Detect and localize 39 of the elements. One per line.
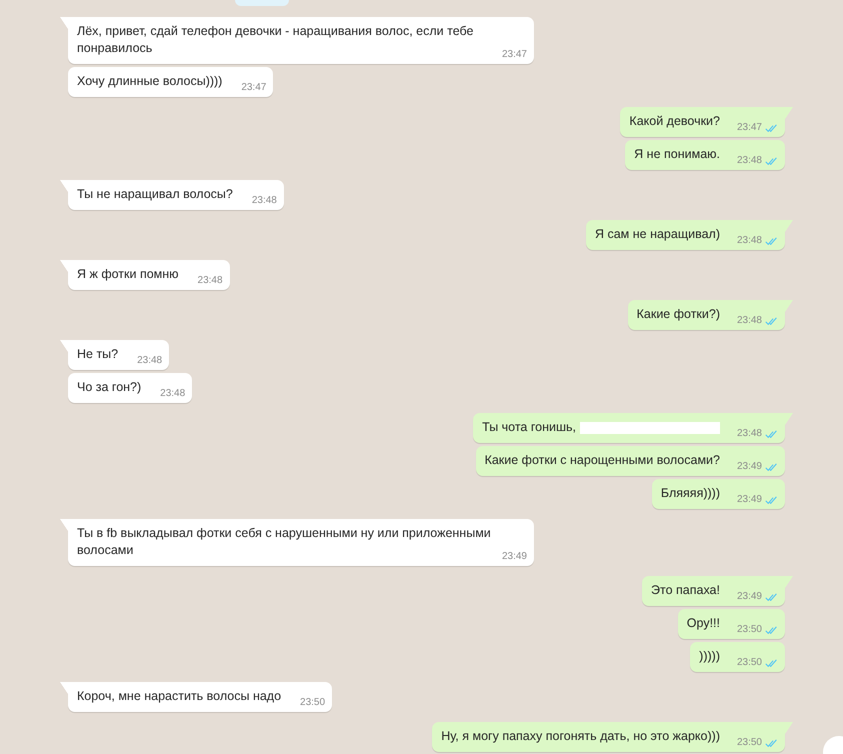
message-text: Ору!!! (686, 616, 720, 630)
message-text: Не ты? (77, 347, 118, 361)
message-text: Короч, мне нарастить волосы надо (77, 689, 282, 703)
message-text: Я ж фотки помню (77, 267, 179, 281)
message-time: 23:47 (736, 122, 762, 134)
message-time: 23:50 (736, 737, 762, 749)
message-time: 23:48 (736, 428, 762, 440)
message-text: Я не понимаю. (634, 147, 720, 161)
message-text: Бляяяя)))) (660, 486, 720, 500)
message-time: 23:48 (198, 275, 223, 287)
message-text: Ты чота гонишь, (482, 420, 576, 434)
message-text: Лёх, привет, сдай телефон девочки - наращивания волос, если тебе понравилось (77, 24, 474, 55)
message-time: 23:49 (736, 494, 762, 506)
message-time: 23:48 (137, 355, 162, 367)
message-text: Ты в fb выкладывал фотки себя с нарушенными ну или приложенными волосами (77, 526, 491, 557)
message-text: Чо за гон?) (77, 380, 142, 394)
message-text: Какие фотки?) (636, 307, 720, 321)
message-time: 23:48 (736, 155, 762, 167)
message-text: ))))) (699, 649, 720, 663)
message-time: 23:48 (736, 315, 762, 327)
message-time: 23:48 (160, 388, 186, 400)
message-text: Какой девочки? (629, 114, 720, 128)
message-time: 23:47 (502, 49, 527, 61)
message-time: 23:50 (736, 657, 762, 669)
message-text: Хочу длинные волосы)))) (77, 74, 222, 88)
date-chip (234, 0, 288, 6)
message-time: 23:49 (502, 551, 527, 563)
message-time: 23:49 (736, 461, 762, 473)
message-text: Какие фотки с нарощенными волосами? (484, 453, 720, 467)
message-time: 23:48 (736, 235, 762, 247)
message-text: Это папаха! (651, 583, 720, 597)
message-text: Ты не наращивал волосы? (77, 187, 233, 201)
message-time: 23:48 (252, 195, 277, 207)
message-time: 23:50 (300, 697, 326, 709)
message-time: 23:47 (241, 82, 266, 94)
message-text: Ну, я могу папаху погонять дать, но это жарко))) (441, 729, 720, 743)
message-time: 23:49 (736, 591, 762, 603)
message-time: 23:50 (736, 624, 762, 636)
message-text: Я сам не наращивал) (594, 227, 720, 241)
